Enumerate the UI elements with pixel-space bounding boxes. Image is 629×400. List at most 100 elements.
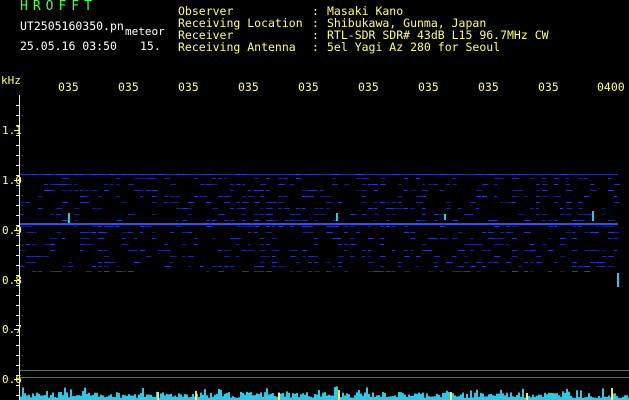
noise-dot xyxy=(434,256,440,257)
noise-dot xyxy=(98,250,104,251)
noise-bar xyxy=(538,394,540,400)
time-tick: 035 xyxy=(58,80,79,94)
noise-dot xyxy=(98,208,102,209)
noise-dot xyxy=(422,214,426,215)
noise-dot xyxy=(80,202,86,203)
noise-dot xyxy=(500,202,504,203)
noise-dot xyxy=(548,271,553,272)
noise-dot xyxy=(380,184,386,185)
noise-dot xyxy=(272,250,279,251)
noise-dot xyxy=(176,226,182,227)
noise-dot xyxy=(224,256,230,257)
noise-bar xyxy=(420,393,422,400)
noise-dot xyxy=(278,226,284,227)
noise-bar xyxy=(72,396,74,400)
antenna-label: Receiving Antenna xyxy=(178,40,296,54)
noise-dot xyxy=(356,232,361,233)
noise-dot xyxy=(566,190,573,191)
noise-dot xyxy=(308,232,314,233)
noise-dot xyxy=(266,202,273,203)
noise-dot xyxy=(572,262,577,263)
noise-dot xyxy=(266,190,270,191)
noise-dot xyxy=(326,262,331,263)
noise-dot xyxy=(170,184,177,185)
noise-dot xyxy=(188,202,195,203)
noise-bar xyxy=(546,394,548,400)
noise-dot xyxy=(116,178,121,179)
noise-dot xyxy=(242,214,247,215)
noise-dot xyxy=(542,214,548,215)
noise-dot xyxy=(338,244,343,245)
noise-dot xyxy=(152,178,157,179)
noise-dot xyxy=(380,178,386,179)
noise-dot xyxy=(608,178,612,179)
noise-dot xyxy=(428,250,433,251)
noise-dot xyxy=(560,244,566,245)
noise-dot xyxy=(530,178,535,179)
noise-dot xyxy=(524,271,529,272)
noise-dot xyxy=(374,202,378,203)
noise-dot xyxy=(332,184,339,185)
noise-dot xyxy=(572,250,578,251)
noise-dot xyxy=(572,232,576,233)
noise-dot xyxy=(344,232,348,233)
noise-dot xyxy=(248,226,253,227)
noise-dot xyxy=(20,266,25,267)
date-time: 25.05.16 03:50 xyxy=(20,39,117,53)
noise-dot xyxy=(206,220,210,221)
noise-dot xyxy=(146,226,152,227)
noise-dot xyxy=(248,244,252,245)
noise-dot xyxy=(386,202,390,203)
noise-dot xyxy=(290,220,295,221)
noise-dot xyxy=(134,262,141,263)
noise-dot xyxy=(536,196,541,197)
noise-dot xyxy=(530,208,534,209)
noise-bar xyxy=(44,395,46,400)
noise-dot xyxy=(266,214,273,215)
noise-dot xyxy=(476,271,481,272)
noise-dot xyxy=(362,190,367,191)
noise-dot xyxy=(236,226,241,227)
noise-dot xyxy=(560,256,566,257)
noise-dot xyxy=(410,208,416,209)
noise-bar xyxy=(132,395,134,400)
noise-dot xyxy=(236,208,243,209)
noise-bar xyxy=(142,388,144,400)
noise-dot xyxy=(164,250,171,251)
noise-dot xyxy=(392,226,396,227)
noise-dot xyxy=(320,196,326,197)
noise-dot xyxy=(548,226,554,227)
noise-dot xyxy=(494,244,501,245)
noise-bar xyxy=(494,395,496,400)
noise-dot xyxy=(500,232,505,233)
noise-dot xyxy=(248,196,255,197)
noise-bar xyxy=(318,390,320,400)
noise-bar xyxy=(456,396,458,400)
noise-dot xyxy=(476,208,480,209)
noise-bar xyxy=(78,395,80,400)
noise-dot xyxy=(38,271,43,272)
noise-dot xyxy=(326,271,332,272)
noise-dot xyxy=(260,238,265,239)
noise-bar xyxy=(118,392,120,400)
noise-bar xyxy=(466,394,468,400)
noise-dot xyxy=(224,266,229,267)
noise-bar xyxy=(568,391,570,400)
noise-dot xyxy=(284,196,288,197)
time-tick: 0400 xyxy=(597,80,625,94)
noise-bar xyxy=(164,395,166,400)
meteor-ping xyxy=(336,213,338,221)
noise-dot xyxy=(242,271,249,272)
noise-dot xyxy=(200,196,207,197)
noise-dot xyxy=(50,214,55,215)
noise-dot xyxy=(458,250,465,251)
noise-dot xyxy=(362,214,367,215)
noise-dot xyxy=(614,196,618,197)
noise-bar xyxy=(398,392,400,400)
noise-dot xyxy=(416,220,421,221)
noise-dot xyxy=(212,266,217,267)
noise-dot xyxy=(50,190,55,191)
noise-bar xyxy=(322,392,324,400)
noise-bar xyxy=(38,393,40,400)
noise-dot xyxy=(524,262,528,263)
